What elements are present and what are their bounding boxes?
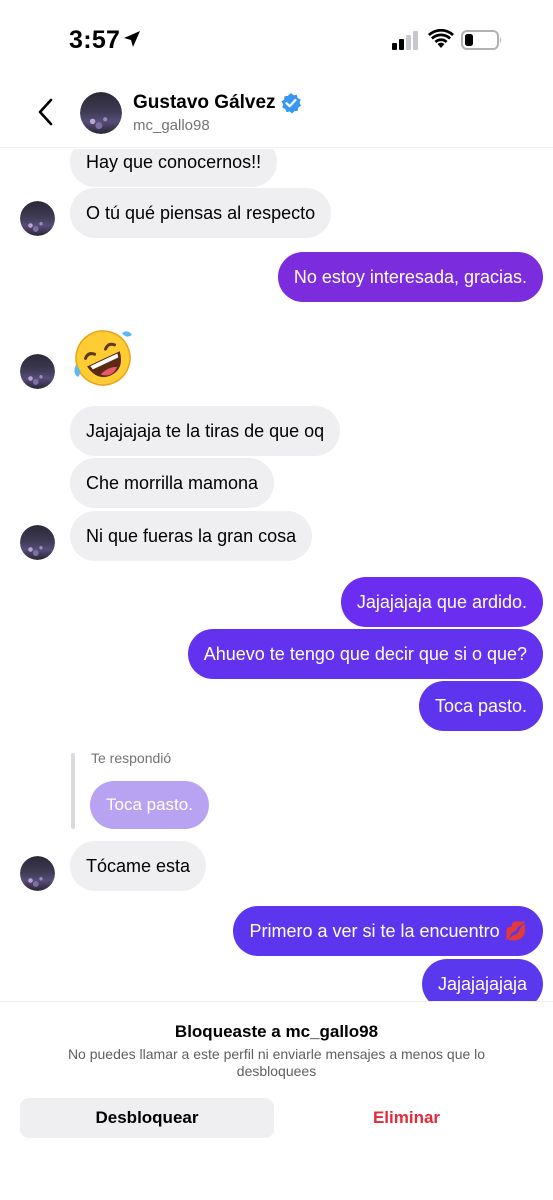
cellular-signal-icon [392,31,418,50]
chat-header: Gustavo Gálvez mc_gallo98 [0,80,553,148]
message-bubble-incoming[interactable]: Hay que conocernos!! [70,149,278,187]
blocked-footer: Bloqueaste a mc_gallo98 No puedes llamar… [0,1001,553,1200]
rolling-on-floor-laughing-emoji-icon[interactable] [70,325,136,391]
sender-avatar[interactable] [20,856,55,891]
sender-avatar[interactable] [20,354,55,389]
sender-avatar[interactable] [20,201,55,236]
status-bar: 3:57 [0,0,553,80]
reply-indicator-bar [71,753,75,829]
message-bubble-incoming[interactable]: Ni que fueras la gran cosa [70,511,313,561]
blocked-description: No puedes llamar a este perfil ni enviar… [67,1046,486,1079]
delete-button[interactable]: Eliminar [280,1098,533,1138]
message-bubble-outgoing[interactable]: Jajajajajaja [421,959,543,1001]
location-arrow-icon [124,31,140,47]
quoted-message[interactable]: Toca pasto. [90,781,209,829]
message-bubble-incoming[interactable]: O tú qué piensas al respecto [70,188,332,238]
message-bubble-outgoing[interactable]: Jajajajaja que ardido. [340,577,543,627]
wifi-icon [428,29,454,48]
message-bubble-incoming[interactable]: Tócame esta [70,841,207,891]
battery-icon [461,30,502,50]
message-bubble-outgoing[interactable]: Toca pasto. [418,681,543,731]
back-chevron-icon[interactable] [30,94,62,130]
unblock-button[interactable]: Desbloquear [20,1098,274,1138]
sender-avatar[interactable] [20,525,55,560]
message-bubble-incoming[interactable]: Jajajajaja te la tiras de que oq [70,406,341,456]
message-thread[interactable]: Hay que conocernos!! O tú qué piensas al… [0,149,553,1001]
message-bubble-outgoing[interactable]: Primero a ver si te la encuentro 💋 [233,906,543,956]
header-avatar[interactable] [80,92,122,134]
contact-handle: mc_gallo98 [133,117,210,134]
status-time: 3:57 [69,26,121,54]
message-bubble-outgoing[interactable]: Ahuevo te tengo que decir que si o que? [187,629,543,679]
contact-name[interactable]: Gustavo Gálvez [133,92,276,114]
blocked-title: Bloqueaste a mc_gallo98 [174,1022,379,1041]
verified-badge-icon [281,93,301,114]
reply-label: Te respondió [91,750,172,766]
message-bubble-outgoing[interactable]: No estoy interesada, gracias. [277,252,543,302]
message-bubble-incoming[interactable]: Che morrilla mamona [70,458,275,508]
